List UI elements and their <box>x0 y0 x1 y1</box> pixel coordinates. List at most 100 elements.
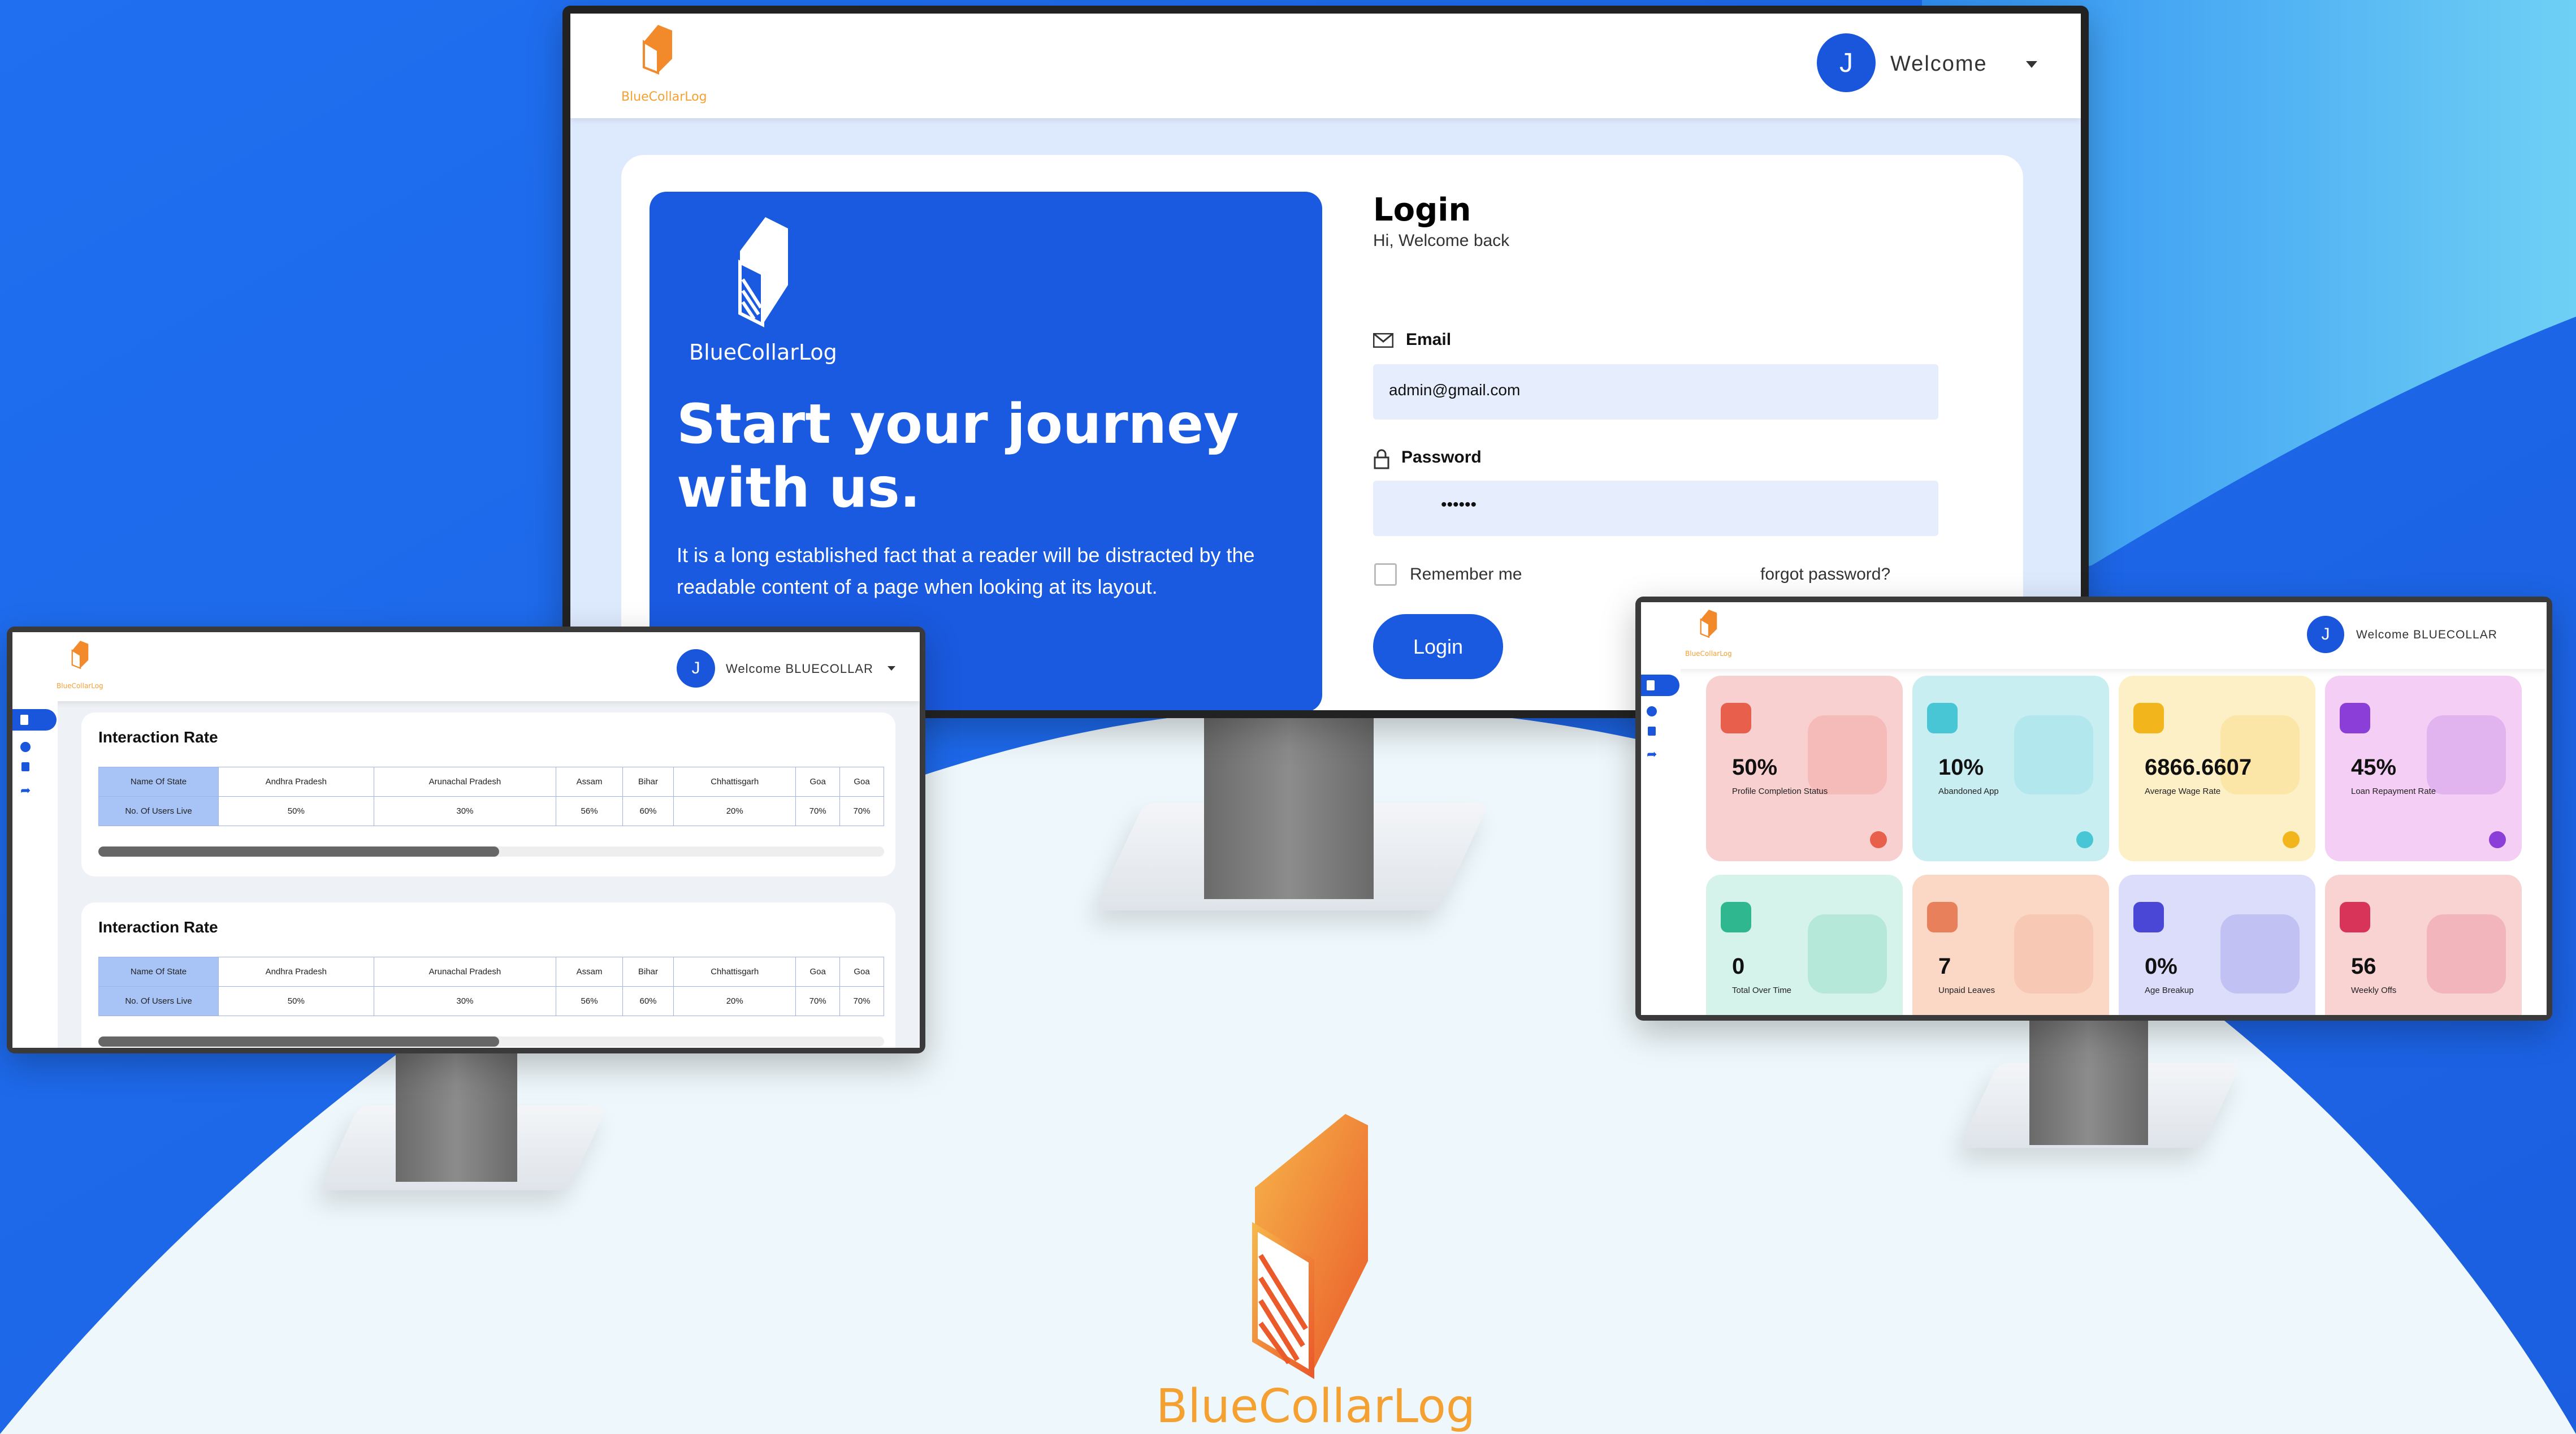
left-stand-neck <box>396 1040 517 1182</box>
interaction-card-title: Interaction Rate <box>98 918 218 936</box>
table-row: No. Of Users Live 50% 30% 56% 60% 20% 70… <box>98 986 884 1016</box>
tile-icon <box>1721 703 1751 733</box>
right-welcome-label[interactable]: Welcome BLUECOLLAR <box>2356 628 2497 642</box>
tile-watermark-icon <box>1808 914 1887 994</box>
table-cell: 30% <box>373 986 557 1016</box>
right-screen: BlueCollarLog J Welcome BLUECOLLAR ➦ 50%… <box>1641 602 2547 1015</box>
chevron-down-icon[interactable] <box>887 666 895 671</box>
left-sidebar: ➦ <box>12 701 58 1048</box>
hero-heading-line1: Start your journey <box>677 392 1239 456</box>
left-screen: BlueCollarLog J Welcome BLUECOLLAR ➦ Int… <box>12 632 920 1048</box>
forgot-password-link[interactable]: forgot password? <box>1760 565 1890 584</box>
kpi-tile[interactable]: 6866.6607 Average Wage Rate <box>2119 676 2315 861</box>
share-icon[interactable]: ➦ <box>20 783 31 798</box>
tile-label: Profile Completion Status <box>1732 787 1828 796</box>
table-cell: 60% <box>622 986 674 1016</box>
share-icon[interactable]: ➦ <box>1647 747 1657 762</box>
sidebar-item-dashboard[interactable] <box>12 709 57 731</box>
table-cell: Goa <box>795 767 841 797</box>
table-cell: 70% <box>839 986 884 1016</box>
lock-icon[interactable] <box>21 762 29 771</box>
kpi-tile[interactable]: 45% Loan Repayment Rate <box>2325 676 2522 861</box>
scrollbar-thumb[interactable] <box>98 846 499 857</box>
tile-watermark-icon <box>2220 914 2300 994</box>
table-cell: Bihar <box>622 767 674 797</box>
password-field[interactable]: •••••• <box>1373 481 1938 536</box>
tile-value: 56 <box>2351 954 2376 979</box>
right-stand-neck <box>2029 1007 2148 1145</box>
main-welcome-label[interactable]: Welcome <box>1890 52 1988 76</box>
table-cell: Assam <box>556 957 623 987</box>
hero-heading-line2: with us. <box>677 456 921 520</box>
horizontal-scrollbar[interactable] <box>98 846 884 857</box>
tile-label: Average Wage Rate <box>2145 787 2221 796</box>
tile-icon <box>1927 902 1958 932</box>
sidebar-item-dashboard[interactable] <box>1641 675 1679 696</box>
table-cell: Bihar <box>622 957 674 987</box>
lock-icon <box>1374 449 1389 469</box>
table-cell: 50% <box>218 796 374 826</box>
document-icon <box>20 715 28 725</box>
chevron-right-icon[interactable] <box>1870 831 1887 848</box>
user-add-icon[interactable] <box>1647 706 1657 716</box>
right-topbar: BlueCollarLog J Welcome BLUECOLLAR <box>1641 602 2547 669</box>
table-cell: 70% <box>795 796 841 826</box>
kpi-tile[interactable]: 50% Profile Completion Status <box>1706 676 1903 861</box>
tile-label: Unpaid Leaves <box>1938 986 1995 995</box>
tile-label: Total Over Time <box>1732 986 1792 995</box>
table-row-header: Name Of State <box>98 957 219 987</box>
hero-body: It is a long established fact that a rea… <box>677 543 1255 598</box>
chevron-down-icon[interactable] <box>2026 61 2037 68</box>
password-field-value: •••••• <box>1441 495 1477 514</box>
scrollbar-thumb[interactable] <box>98 1036 499 1047</box>
table-row-header: No. Of Users Live <box>98 986 219 1016</box>
lock-icon[interactable] <box>1648 727 1656 736</box>
login-button[interactable]: Login <box>1373 614 1503 679</box>
table-row: No. Of Users Live 50% 30% 56% 60% 20% 70… <box>98 796 884 826</box>
envelope-icon <box>1373 333 1393 348</box>
user-add-icon[interactable] <box>20 742 31 752</box>
tile-icon <box>1927 703 1958 733</box>
notebook-logo-icon <box>643 25 672 75</box>
interaction-table: Name Of State Andhra Pradesh Arunachal P… <box>98 767 884 826</box>
email-field[interactable]: admin@gmail.com <box>1373 364 1938 420</box>
tile-value: 45% <box>2351 755 2397 780</box>
chevron-right-icon[interactable] <box>2076 831 2093 848</box>
tile-watermark-icon <box>2014 914 2093 994</box>
main-stand-neck <box>1204 712 1374 899</box>
tile-icon <box>2340 703 2370 733</box>
table-row: Name Of State Andhra Pradesh Arunachal P… <box>98 957 884 987</box>
chevron-right-icon[interactable] <box>2283 831 2300 848</box>
horizontal-scrollbar[interactable] <box>98 1036 884 1047</box>
table-cell: Chhattisgarh <box>673 957 796 987</box>
table-cell: 56% <box>556 796 623 826</box>
tile-icon <box>2133 902 2164 932</box>
chevron-right-icon[interactable] <box>2489 831 2506 848</box>
interaction-table: Name Of State Andhra Pradesh Arunachal P… <box>98 957 884 1016</box>
tile-value: 7 <box>1938 954 1951 979</box>
remember-checkbox[interactable] <box>1374 563 1397 586</box>
interaction-card-2: Interaction Rate Name Of State Andhra Pr… <box>81 902 895 1048</box>
table-cell: 56% <box>556 986 623 1016</box>
tile-label: Age Breakup <box>2145 986 2194 995</box>
tile-icon <box>2340 902 2370 932</box>
tile-label: Loan Repayment Rate <box>2351 787 2436 796</box>
email-label: Email <box>1406 330 1452 349</box>
kpi-tile[interactable]: 56 Weekly Offs <box>2325 875 2522 1015</box>
left-welcome-label[interactable]: Welcome BLUECOLLAR <box>726 662 873 676</box>
remember-label: Remember me <box>1410 565 1522 584</box>
tile-label: Abandoned App <box>1938 787 1999 796</box>
left-avatar[interactable]: J <box>677 649 715 688</box>
kpi-tile[interactable]: 0% Age Breakup <box>2119 875 2315 1015</box>
table-cell: 70% <box>795 986 841 1016</box>
login-subtitle: Hi, Welcome back <box>1373 231 1510 250</box>
right-avatar[interactable]: J <box>2307 616 2344 653</box>
kpi-tile[interactable]: 0 Total Over Time <box>1706 875 1903 1015</box>
kpi-tile[interactable]: 10% Abandoned App <box>1912 676 2109 861</box>
main-avatar[interactable]: J <box>1817 33 1876 92</box>
kpi-tile[interactable]: 7 Unpaid Leaves <box>1912 875 2109 1015</box>
table-cell: 70% <box>839 796 884 826</box>
password-label: Password <box>1401 448 1482 467</box>
login-title: Login <box>1373 192 1471 228</box>
table-cell: 60% <box>622 796 674 826</box>
